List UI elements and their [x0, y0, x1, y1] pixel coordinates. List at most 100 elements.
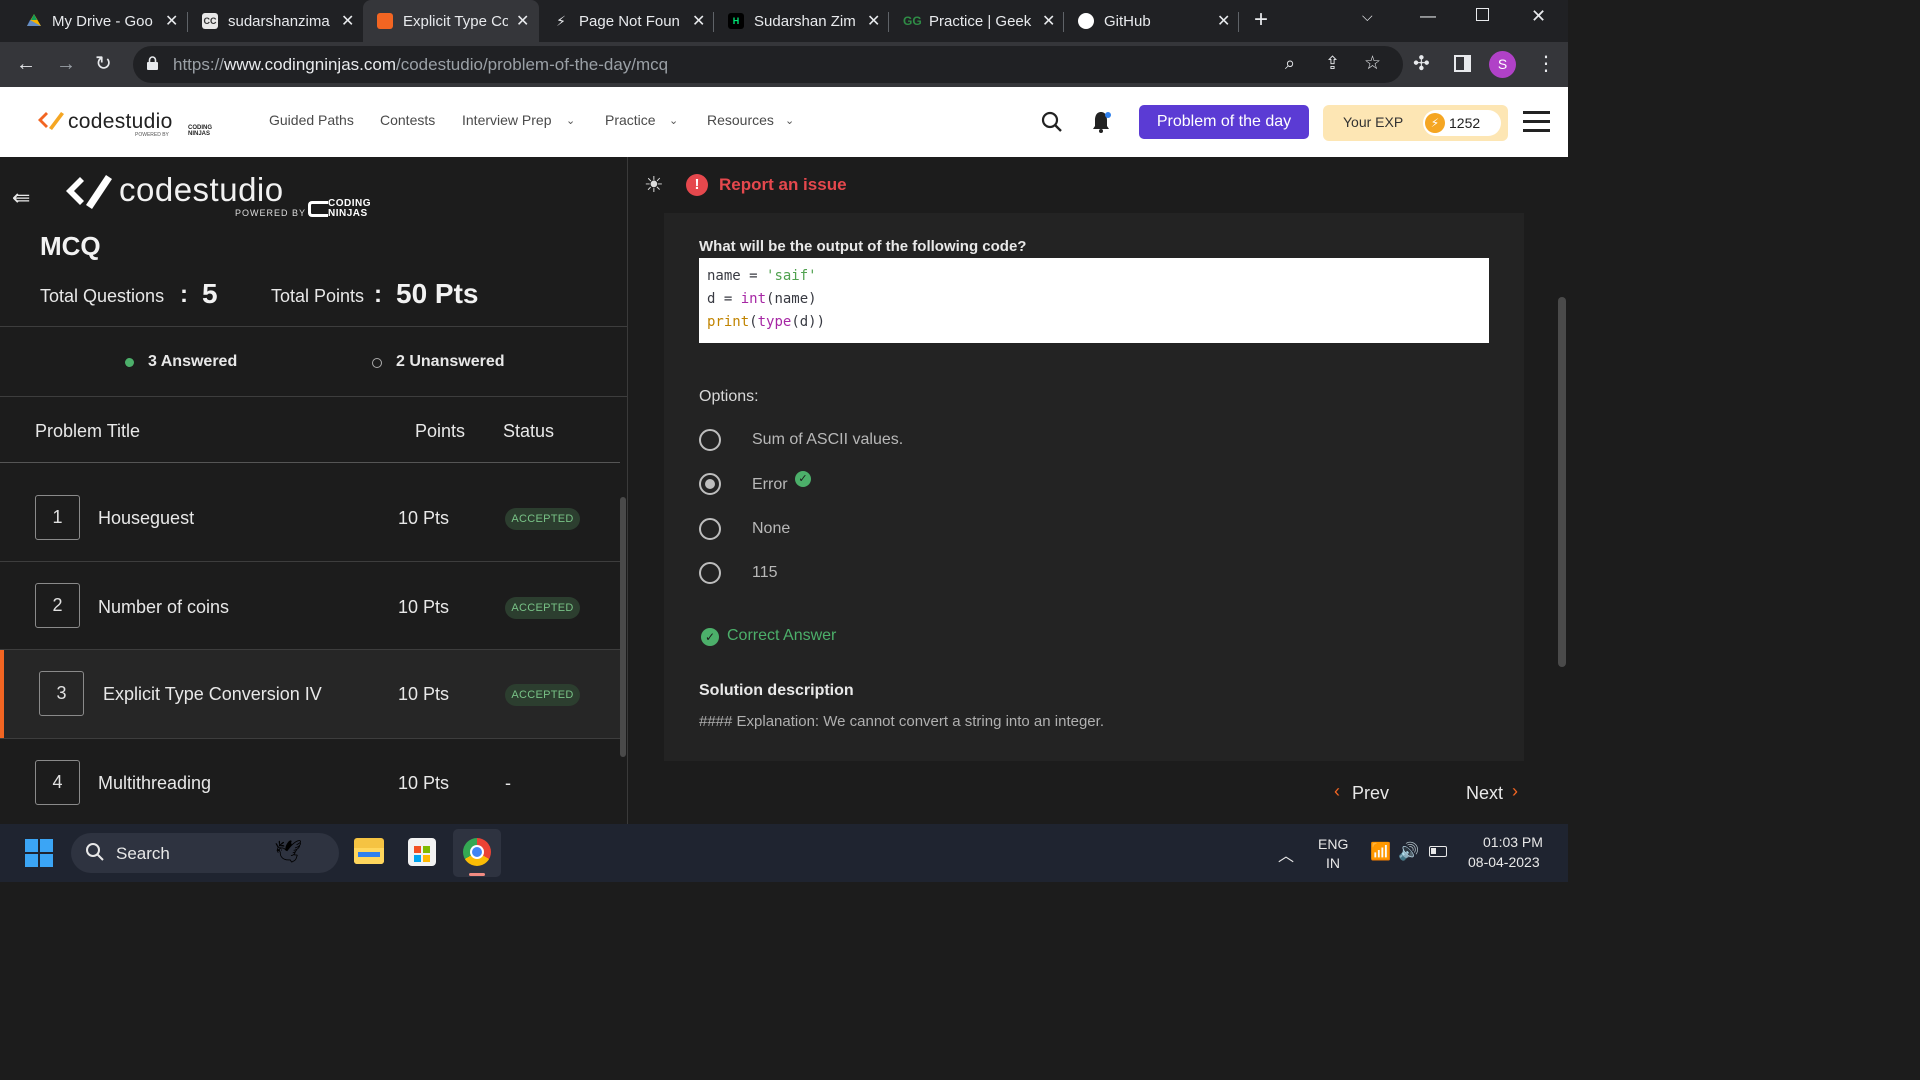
tab-github[interactable]: GitHub ✕	[1064, 6, 1230, 36]
volume-icon[interactable]: 🔊	[1398, 842, 1419, 862]
close-tab-icon[interactable]: ✕	[341, 11, 354, 31]
tab-sudarshanzima[interactable]: CC sudarshanzima ✕	[188, 6, 354, 36]
clock-date[interactable]: 08-04-2023	[1468, 854, 1540, 870]
windows-start-icon[interactable]	[25, 839, 53, 867]
theme-toggle-sun-icon[interactable]: ☀	[644, 172, 664, 198]
new-tab-icon[interactable]: +	[1254, 6, 1268, 34]
close-tab-icon[interactable]: ✕	[165, 11, 178, 31]
tab-practice-geeks[interactable]: GG Practice | Geek ✕	[889, 6, 1055, 36]
code-token: (	[749, 314, 758, 330]
close-tab-icon[interactable]: ✕	[692, 11, 705, 31]
extensions-icon[interactable]: ✣	[1413, 52, 1430, 76]
close-window-icon[interactable]: ✕	[1531, 6, 1546, 27]
sidebar-scrollbar[interactable]	[620, 497, 626, 757]
chrome-menu-icon[interactable]: ⋮	[1536, 52, 1556, 76]
chevron-down-icon[interactable]: ⌄	[566, 114, 575, 127]
exp-badge[interactable]: Your EXP ⚡ 1252	[1323, 105, 1508, 141]
battery-icon[interactable]	[1429, 846, 1447, 857]
google-drive-icon	[27, 14, 41, 26]
tab-title: My Drive - Goo	[52, 12, 153, 30]
close-tab-icon[interactable]: ✕	[1042, 11, 1055, 31]
report-issue-link[interactable]: Report an issue	[719, 175, 847, 195]
chevron-down-icon[interactable]: ⌄	[785, 114, 794, 127]
address-bar[interactable]: https://www.codingninjas.com/codestudio/…	[133, 46, 1403, 83]
clock-time[interactable]: 01:03 PM	[1483, 834, 1543, 850]
radio-button-selected[interactable]	[699, 473, 721, 495]
reload-icon[interactable]: ↻	[95, 52, 112, 76]
url-path: /codestudio/problem-of-the-day/mcq	[396, 55, 669, 74]
total-points-label: Total Points	[271, 286, 365, 306]
tab-separator	[1238, 12, 1239, 32]
question-panel: ☀ ! Report an issue What will be the out…	[628, 157, 1568, 824]
file-explorer-icon[interactable]	[354, 838, 384, 864]
problem-number: 2	[35, 583, 80, 628]
problem-row[interactable]: 1 Houseguest 10 Pts ACCEPTED	[0, 473, 620, 561]
nav-guided-paths[interactable]: Guided Paths	[269, 112, 354, 128]
nav-resources[interactable]: Resources	[707, 112, 774, 128]
mcq-sidebar: ⇚ codestudio POWERED BY CODING NINJAS MC…	[0, 157, 628, 824]
radio-button[interactable]	[699, 429, 721, 451]
tab-sudarshan-zim[interactable]: H Sudarshan Zim ✕	[714, 6, 880, 36]
notification-bell-icon[interactable]	[1089, 110, 1113, 139]
problem-of-the-day-button[interactable]: Problem of the day	[1139, 105, 1309, 139]
total-questions-value: 5	[202, 278, 218, 309]
next-button[interactable]: Next	[1466, 783, 1503, 804]
bookmark-star-icon[interactable]: ☆	[1364, 52, 1381, 75]
url-prefix: https://	[173, 55, 225, 74]
share-icon[interactable]: ⇪	[1325, 53, 1340, 74]
problem-title: Houseguest	[98, 508, 195, 528]
collapse-sidebar-icon[interactable]: ⇚	[12, 185, 30, 211]
problem-row[interactable]: 2 Number of coins 10 Pts ACCEPTED	[0, 561, 620, 649]
back-icon[interactable]: ←	[16, 52, 36, 76]
microsoft-store-icon[interactable]	[408, 838, 436, 866]
search-icon[interactable]	[1041, 111, 1063, 138]
tab-explicit-type-conversion[interactable]: Explicit Type Co ✕	[363, 0, 539, 42]
close-tab-icon[interactable]: ✕	[516, 11, 529, 31]
minimize-icon[interactable]: —	[1420, 8, 1436, 26]
code-string: 'saif'	[766, 268, 817, 284]
chevron-up-icon[interactable]: ︿	[1278, 842, 1294, 866]
brand-partner-line2: NINJAS	[328, 208, 368, 219]
tab-title: Sudarshan Zim	[754, 12, 856, 30]
content-scrollbar[interactable]	[1558, 297, 1566, 667]
chevron-right-icon[interactable]: ›	[1512, 781, 1518, 802]
codestudio-logo[interactable]	[36, 108, 66, 137]
language-line1[interactable]: ENG	[1318, 836, 1348, 852]
problem-number: 4	[35, 760, 80, 805]
radio-button[interactable]	[699, 518, 721, 540]
chevron-left-icon[interactable]: ‹	[1334, 781, 1340, 802]
tab-title: GitHub	[1104, 12, 1151, 30]
chrome-taskbar-button[interactable]	[453, 829, 501, 877]
hamburger-menu-icon[interactable]	[1523, 111, 1550, 132]
problem-points: 10 Pts	[398, 597, 450, 617]
nav-practice[interactable]: Practice	[605, 112, 656, 128]
side-panel-icon[interactable]	[1454, 55, 1471, 72]
cc-icon: CC	[202, 13, 218, 29]
language-line2[interactable]: IN	[1326, 855, 1340, 871]
problem-row-active[interactable]: 3 Explicit Type Conversion IV 10 Pts ACC…	[0, 650, 620, 738]
tab-my-drive[interactable]: My Drive - Goo ✕	[12, 6, 178, 36]
problem-row[interactable]: 4 Multithreading 10 Pts -	[0, 739, 620, 824]
tab-page-not-found[interactable]: ⚡ Page Not Foun ✕	[539, 6, 705, 36]
profile-avatar[interactable]: S	[1489, 51, 1516, 78]
close-tab-icon[interactable]: ✕	[867, 11, 880, 31]
nav-interview-prep[interactable]: Interview Prep	[462, 112, 551, 128]
forward-icon[interactable]: →	[56, 52, 76, 76]
url-text: https://www.codingninjas.com/codestudio/…	[173, 55, 668, 75]
problem-points: 10 Pts	[398, 773, 450, 793]
lock-icon	[147, 56, 158, 70]
restore-icon[interactable]	[1476, 8, 1489, 21]
wifi-icon[interactable]: 📶	[1370, 842, 1391, 862]
radio-button[interactable]	[699, 562, 721, 584]
correct-answer-label: Correct Answer	[727, 627, 837, 644]
tab-search-chevron-icon[interactable]: ⌵	[1362, 8, 1373, 25]
prev-button[interactable]: Prev	[1352, 783, 1389, 804]
tab-title: Practice | Geek	[929, 12, 1032, 30]
taskbar-search-box[interactable]: Search 🕊	[71, 833, 339, 873]
brand-powered-by: POWERED BY	[135, 132, 169, 138]
status-badge: ACCEPTED	[505, 508, 580, 530]
chevron-down-icon[interactable]: ⌄	[669, 114, 678, 127]
nav-contests[interactable]: Contests	[380, 112, 435, 128]
close-tab-icon[interactable]: ✕	[1217, 11, 1230, 31]
zoom-icon[interactable]: ⌕	[1285, 53, 1295, 74]
